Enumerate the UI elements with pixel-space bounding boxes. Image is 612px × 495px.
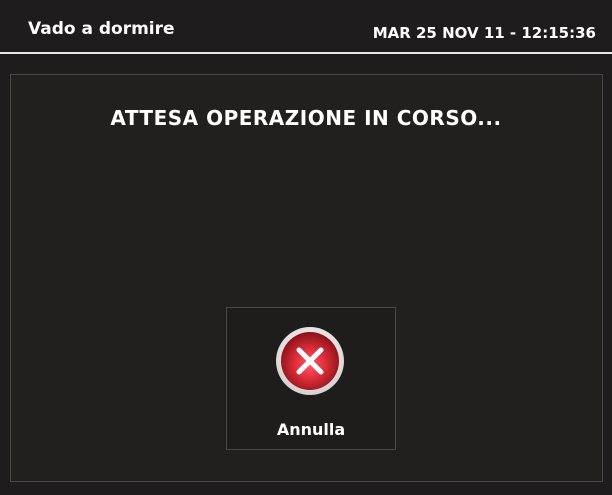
cancel-button[interactable]: Annulla — [226, 307, 396, 450]
header-bar: Vado a dormire MAR 25 NOV 11 - 12:15:36 — [0, 0, 612, 54]
status-message: ATTESA OPERAZIONE IN CORSO... — [110, 106, 502, 130]
close-icon — [276, 327, 344, 395]
page-title: Vado a dormire — [28, 19, 175, 39]
cancel-button-label: Annulla — [276, 420, 346, 439]
datetime-display: MAR 25 NOV 11 - 12:15:36 — [372, 24, 596, 42]
